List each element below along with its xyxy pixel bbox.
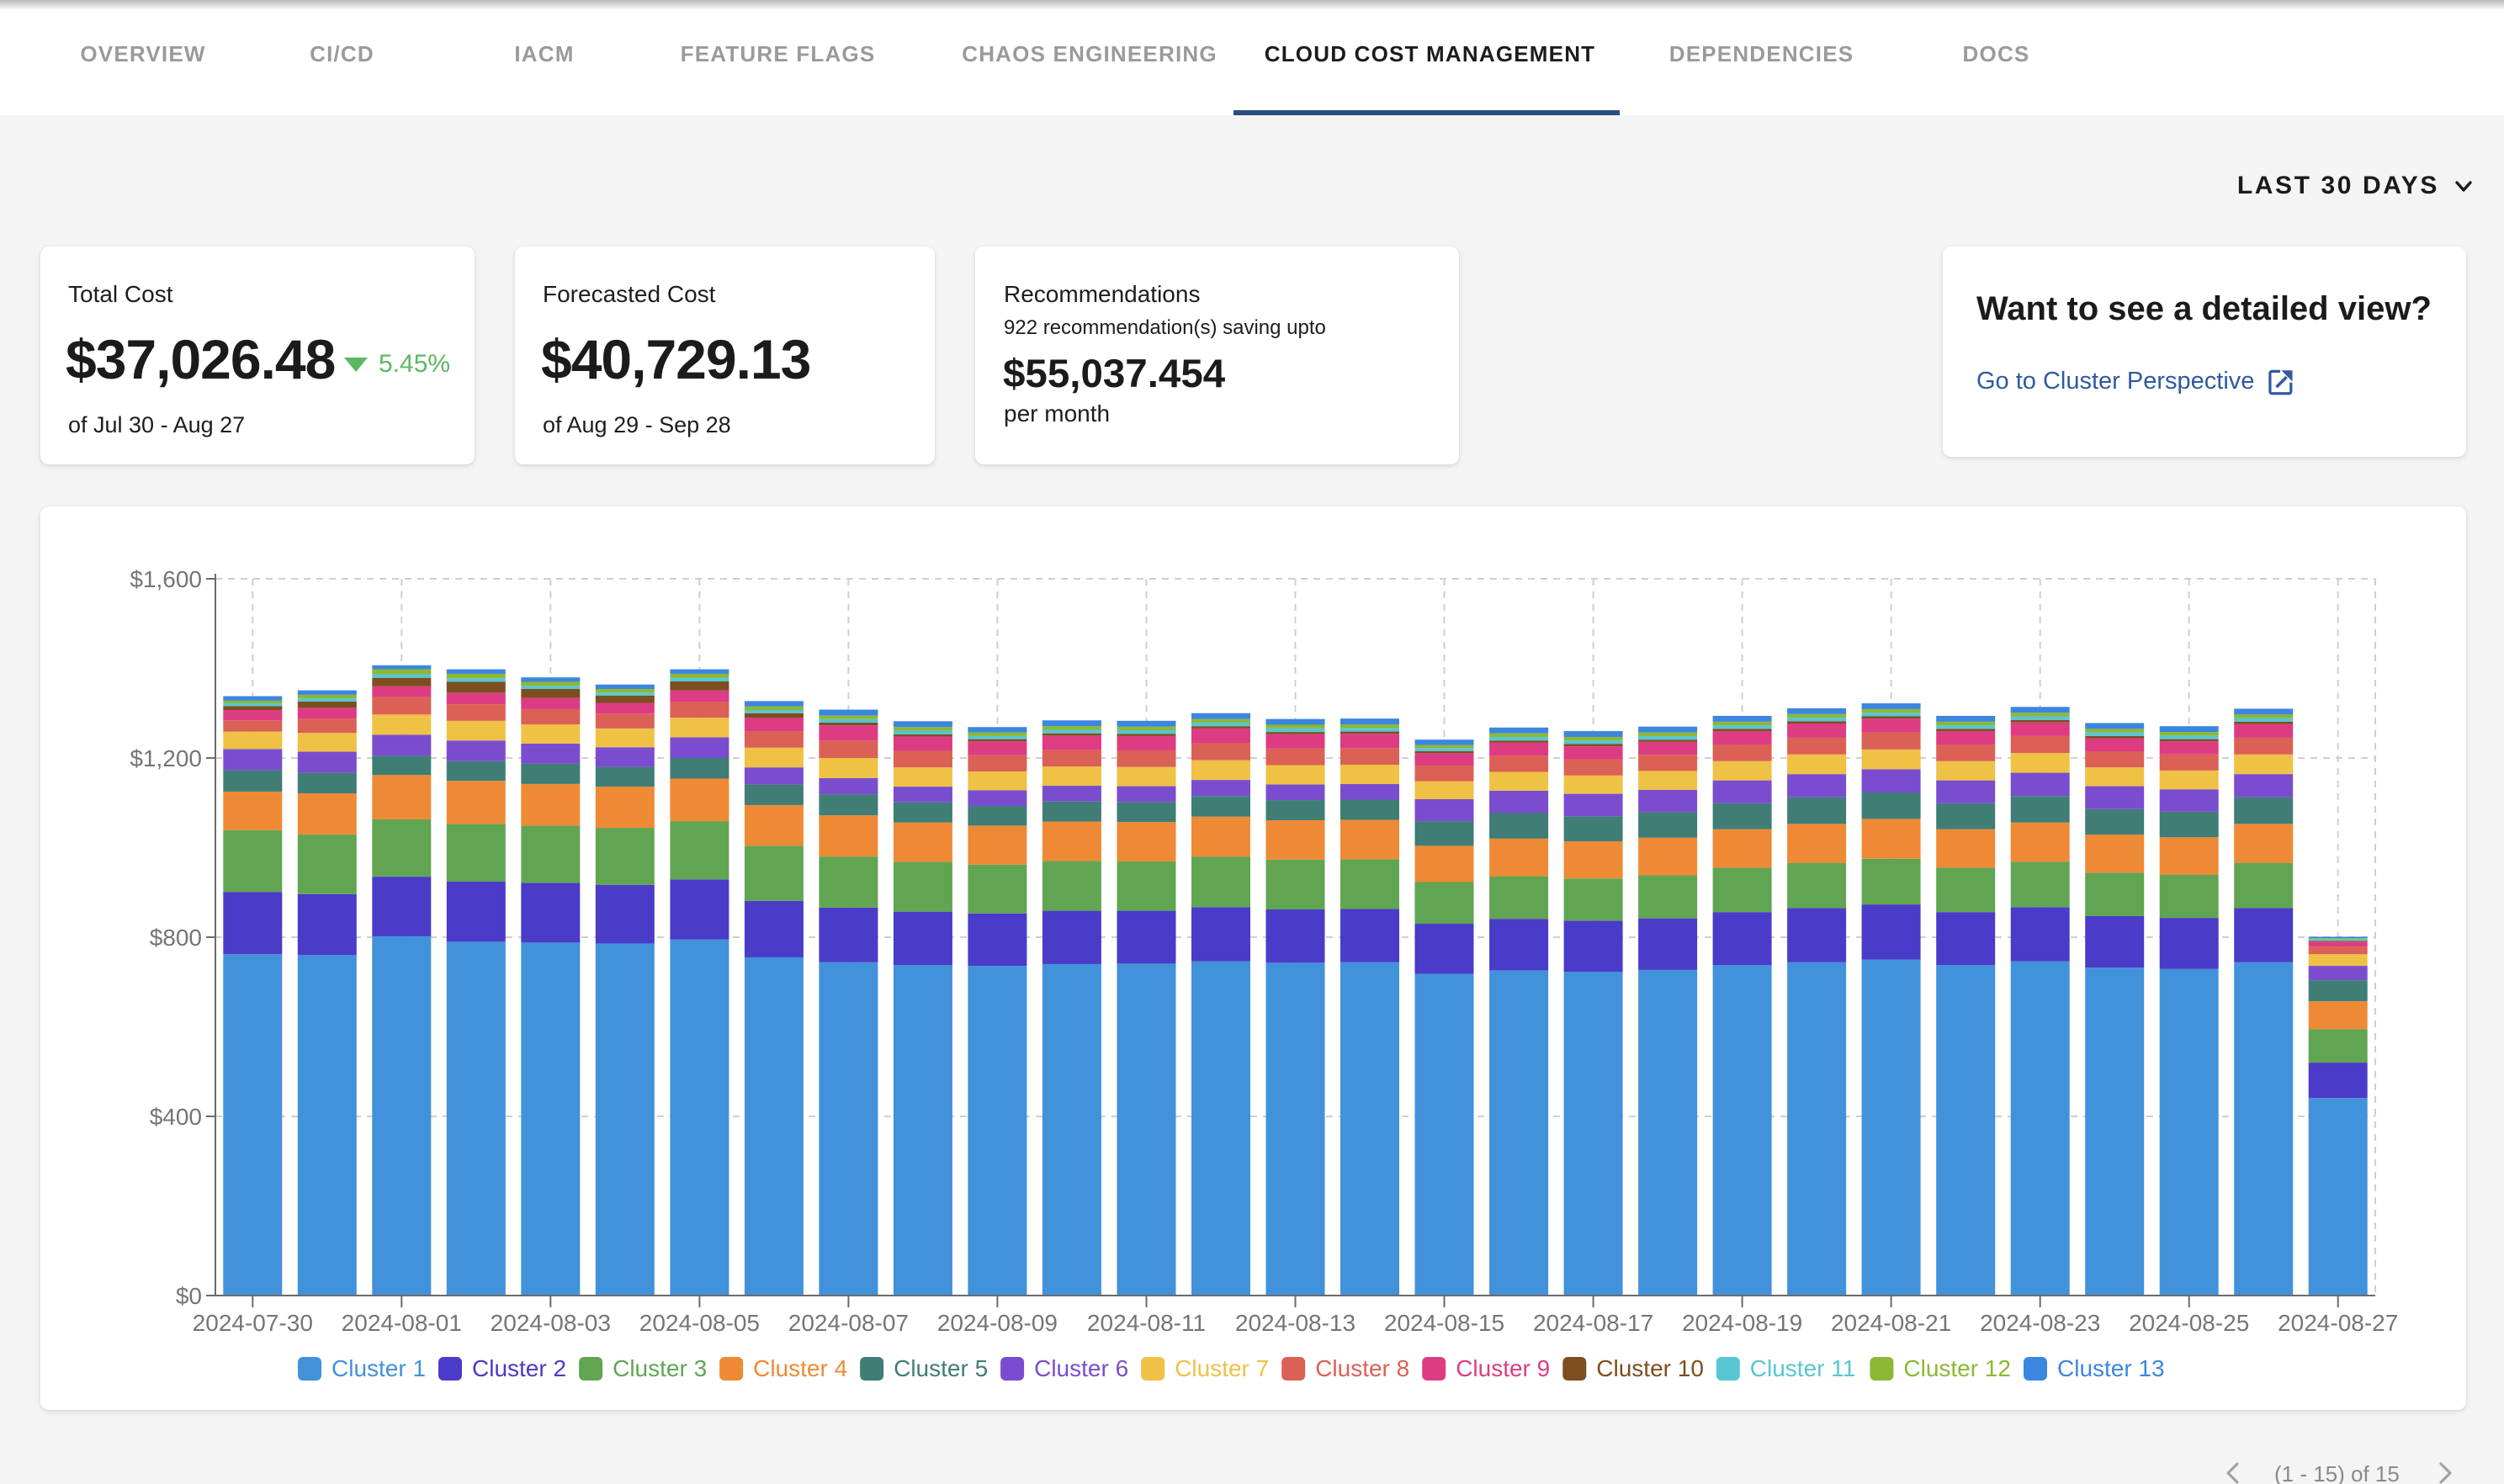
svg-text:Cluster 6: Cluster 6	[1034, 1355, 1128, 1381]
svg-text:2024-08-15: 2024-08-15	[1384, 1310, 1504, 1336]
svg-text:2024-08-11: 2024-08-11	[1087, 1310, 1206, 1336]
svg-text:Cluster 2: Cluster 2	[472, 1355, 566, 1381]
svg-text:2024-08-25: 2024-08-25	[2129, 1310, 2249, 1336]
svg-text:Cluster 7: Cluster 7	[1175, 1355, 1269, 1381]
svg-text:2024-08-07: 2024-08-07	[788, 1310, 909, 1336]
svg-text:2024-08-01: 2024-08-01	[342, 1310, 462, 1336]
svg-text:2024-08-23: 2024-08-23	[1980, 1310, 2100, 1336]
svg-text:Cluster 13: Cluster 13	[2057, 1355, 2165, 1381]
svg-text:Cluster 11: Cluster 11	[1750, 1355, 1856, 1381]
svg-text:2024-08-05: 2024-08-05	[639, 1310, 760, 1336]
svg-text:2024-08-17: 2024-08-17	[1533, 1310, 1653, 1336]
svg-text:2024-08-19: 2024-08-19	[1682, 1310, 1802, 1336]
svg-text:Cluster 10: Cluster 10	[1596, 1355, 1704, 1381]
svg-text:$1,600: $1,600	[130, 566, 202, 592]
svg-text:2024-08-21: 2024-08-21	[1831, 1310, 1951, 1336]
svg-text:$400: $400	[150, 1104, 202, 1130]
svg-text:Cluster 4: Cluster 4	[753, 1355, 847, 1381]
svg-text:Cluster 8: Cluster 8	[1315, 1355, 1409, 1381]
svg-text:2024-08-09: 2024-08-09	[937, 1310, 1058, 1336]
svg-text:Cluster 9: Cluster 9	[1456, 1355, 1550, 1381]
svg-text:$800: $800	[150, 925, 202, 951]
svg-text:2024-08-27: 2024-08-27	[2278, 1310, 2398, 1336]
svg-text:Cluster 1: Cluster 1	[332, 1355, 426, 1381]
svg-text:Cluster 12: Cluster 12	[1903, 1355, 2011, 1381]
svg-text:$0: $0	[176, 1283, 202, 1309]
svg-text:Cluster 5: Cluster 5	[894, 1355, 988, 1381]
svg-text:2024-08-03: 2024-08-03	[491, 1310, 611, 1336]
svg-text:2024-07-30: 2024-07-30	[193, 1310, 313, 1336]
svg-text:$1,200: $1,200	[130, 745, 202, 771]
svg-text:2024-08-13: 2024-08-13	[1235, 1310, 1355, 1336]
svg-text:Cluster 3: Cluster 3	[613, 1355, 707, 1381]
